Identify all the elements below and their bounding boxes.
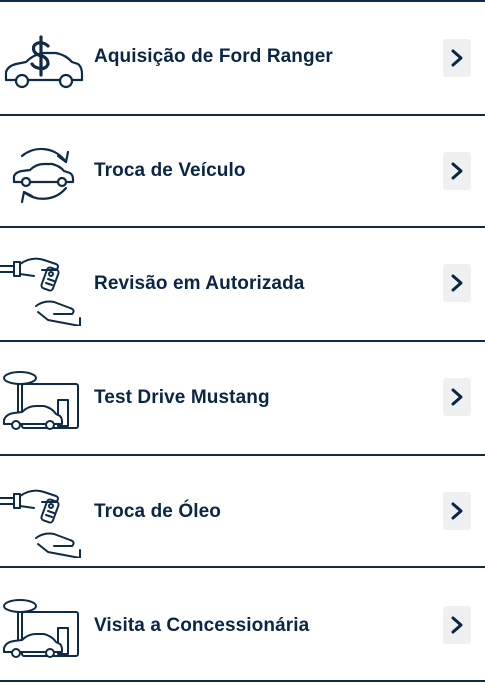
- chevron-right-icon[interactable]: [443, 606, 471, 644]
- list-item-troca-veiculo[interactable]: Troca de Veículo: [0, 116, 485, 228]
- chevron-right-icon[interactable]: [443, 264, 471, 302]
- item-label: Revisão em Autorizada: [94, 273, 305, 294]
- service-list: Aquisição de Ford Ranger Troca de Veícul…: [0, 0, 485, 683]
- list-item-test-drive[interactable]: Test Drive Mustang: [0, 342, 485, 454]
- item-label: Test Drive Mustang: [94, 387, 270, 408]
- item-label: Troca de Óleo: [94, 501, 221, 522]
- item-label: Aquisição de Ford Ranger: [94, 46, 333, 67]
- car-dollar-icon: [0, 20, 86, 98]
- car-dealership-icon: [0, 368, 86, 446]
- chevron-right-icon[interactable]: [443, 152, 471, 190]
- car-dealership-icon: [0, 596, 86, 674]
- chevron-right-icon[interactable]: [443, 39, 471, 77]
- divider: [0, 680, 485, 682]
- item-label: Troca de Veículo: [94, 160, 246, 181]
- car-exchange-icon: [0, 134, 86, 212]
- list-item-troca-oleo[interactable]: Troca de Óleo: [0, 456, 485, 568]
- list-item-visita[interactable]: Visita a Concessionária: [0, 568, 485, 680]
- list-item-revisao[interactable]: Revisão em Autorizada: [0, 228, 485, 340]
- hand-key-icon: [0, 248, 86, 326]
- list-item-aquisicao[interactable]: Aquisição de Ford Ranger: [0, 2, 485, 114]
- hand-key-icon: [0, 480, 86, 558]
- item-label: Visita a Concessionária: [94, 615, 310, 636]
- chevron-right-icon[interactable]: [443, 492, 471, 530]
- chevron-right-icon[interactable]: [443, 378, 471, 416]
